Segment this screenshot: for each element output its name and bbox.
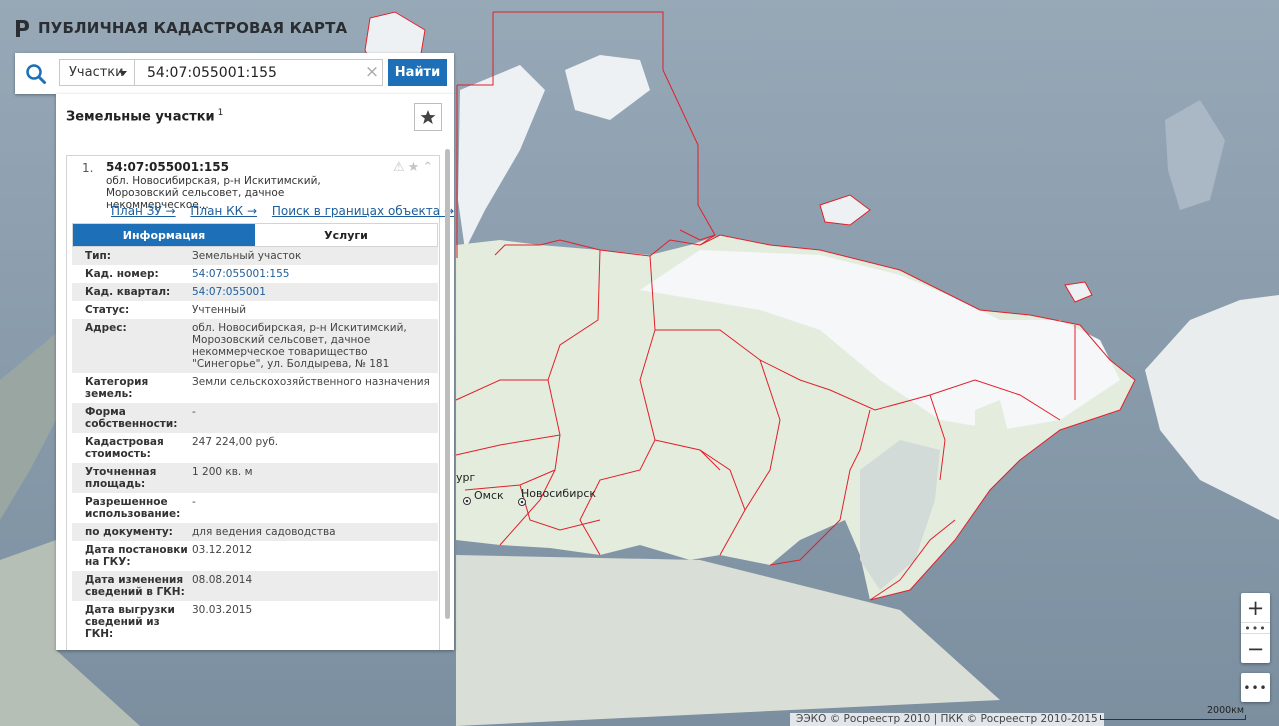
tab-services[interactable]: Услуги [255, 224, 437, 246]
result-number: 1. [82, 161, 94, 175]
link-search-in-bounds[interactable]: Поиск в границах объекта → [272, 204, 454, 218]
info-row: Форма собственности: - [72, 403, 438, 433]
info-label: Тип: [85, 250, 111, 262]
zoom-level-dots[interactable]: ••• [1241, 622, 1270, 635]
chevron-down-icon [119, 71, 127, 76]
city-novosibirsk-label: Новосибирск [521, 487, 596, 500]
info-label: Кадастровая стоимость: [85, 436, 164, 460]
card-tabs: Информация Услуги [72, 223, 438, 247]
info-value: Земельный участок [192, 250, 302, 262]
info-row: Кад. номер: 54:07:055001:155 [72, 265, 438, 283]
result-cad-number[interactable]: 54:07:055001:155 [106, 160, 229, 174]
favorites-button[interactable] [414, 103, 442, 131]
info-label: Разрешенное использование: [85, 496, 181, 520]
info-value: 1 200 кв. м [192, 466, 253, 478]
info-row: по документу: для ведения садоводства [72, 523, 438, 541]
info-value: - [192, 496, 196, 508]
results-title-text: Земельные участки [66, 109, 215, 125]
info-label: Форма собственности: [85, 406, 178, 430]
info-row: Разрешенное использование: - [72, 493, 438, 523]
info-table: Тип: Земельный участок Кад. номер: 54:07:05… [72, 247, 438, 643]
panel-scrollbar[interactable] [445, 149, 450, 619]
info-value: 03.12.2012 [192, 544, 253, 556]
info-value: 08.08.2014 [192, 574, 253, 586]
scale-bar [1100, 715, 1246, 720]
info-label: Категория земель: [85, 376, 149, 400]
info-row: Дата изменения сведений в ГКН: 08.08.2014 [72, 571, 438, 601]
info-label: Дата изменения сведений в ГКН: [85, 574, 185, 598]
search-type-dropdown[interactable]: Участки [59, 59, 135, 86]
info-row: Дата постановки на ГКУ: 03.12.2012 [72, 541, 438, 571]
info-label: Кад. номер: [85, 268, 159, 280]
info-value: 247 224,00 руб. [192, 436, 279, 448]
info-label: Адрес: [85, 322, 127, 334]
info-label: Кад. квартал: [85, 286, 171, 298]
app-header: ПУБЛИЧНАЯ КАДАСТРОВАЯ КАРТА [14, 18, 347, 38]
zoom-out-button[interactable]: − [1241, 634, 1270, 663]
panel-scroll-thumb[interactable] [445, 149, 450, 619]
info-label: по документу: [85, 526, 173, 538]
clear-icon[interactable]: × [363, 63, 381, 81]
info-label: Статус: [85, 304, 130, 316]
info-value: Земли сельскохозяйственного назначения [192, 376, 430, 388]
info-value: 30.03.2015 [192, 604, 253, 616]
pkk-logo-icon [16, 20, 29, 37]
info-row: Уточненная площадь: 1 200 кв. м [72, 463, 438, 493]
search-bar: Участки × Найти [15, 53, 454, 94]
info-label: Дата постановки на ГКУ: [85, 544, 188, 568]
star-icon[interactable]: ★ [408, 161, 420, 174]
info-row: Дата выгрузки сведений из ГКН: 30.03.2015 [72, 601, 438, 643]
search-icon[interactable] [25, 63, 47, 85]
info-value-link[interactable]: 54:07:055001 [190, 283, 438, 301]
city-partial-label: ург [456, 471, 475, 484]
search-input[interactable] [135, 59, 383, 86]
more-options-button[interactable]: ••• [1241, 673, 1270, 702]
result-card: 1. 54:07:055001:155 обл. Новосибирская, … [66, 155, 454, 650]
search-type-label: Участки [69, 65, 124, 80]
info-value: обл. Новосибирская, р-н Искитимский, Мор… [192, 322, 407, 370]
chevron-up-icon[interactable]: ⌃ [422, 161, 433, 174]
warning-icon[interactable]: ⚠ [393, 161, 405, 174]
results-title: Земельные участки 1 [66, 108, 223, 124]
card-tools: ⚠ ★ ⌃ [393, 161, 433, 174]
info-row: Кадастровая стоимость: 247 224,00 руб. [72, 433, 438, 463]
info-row: Категория земель: Земли сельскохозяйствен… [72, 373, 438, 403]
map-attribution: ЭЭКО © Росреестр 2010 | ПКК © Росреестр … [790, 713, 1104, 726]
tab-info[interactable]: Информация [73, 224, 255, 246]
info-row: Статус: Учтенный [72, 301, 438, 319]
results-panel: Земельные участки 1 1. 54:07:055001:155 о… [56, 94, 454, 650]
app-title: ПУБЛИЧНАЯ КАДАСТРОВАЯ КАРТА [38, 19, 348, 37]
zoom-in-button[interactable]: + [1241, 593, 1270, 622]
zoom-controls: + ••• − [1241, 593, 1270, 663]
city-omsk-label: Омск [474, 489, 504, 502]
info-value: - [192, 406, 196, 418]
info-row: Адрес: обл. Новосибирская, р-н Искитимски… [72, 319, 438, 373]
card-links: План ЗУ → План КК → Поиск в границах объ… [111, 204, 454, 218]
info-value: для ведения садоводства [192, 526, 336, 538]
info-label: Дата выгрузки сведений из ГКН: [85, 604, 175, 640]
info-value-link[interactable]: 54:07:055001:155 [190, 265, 438, 283]
results-count: 1 [217, 108, 224, 118]
city-omsk-marker[interactable] [463, 497, 471, 505]
info-row: Кад. квартал: 54:07:055001 [72, 283, 438, 301]
star-icon [420, 110, 436, 124]
info-value: Учтенный [192, 304, 247, 316]
link-plan-zu[interactable]: План ЗУ → [111, 204, 176, 218]
info-row: Тип: Земельный участок [72, 247, 438, 265]
info-label: Уточненная площадь: [85, 466, 157, 490]
link-plan-kk[interactable]: План КК → [190, 204, 257, 218]
search-button[interactable]: Найти [388, 59, 447, 86]
